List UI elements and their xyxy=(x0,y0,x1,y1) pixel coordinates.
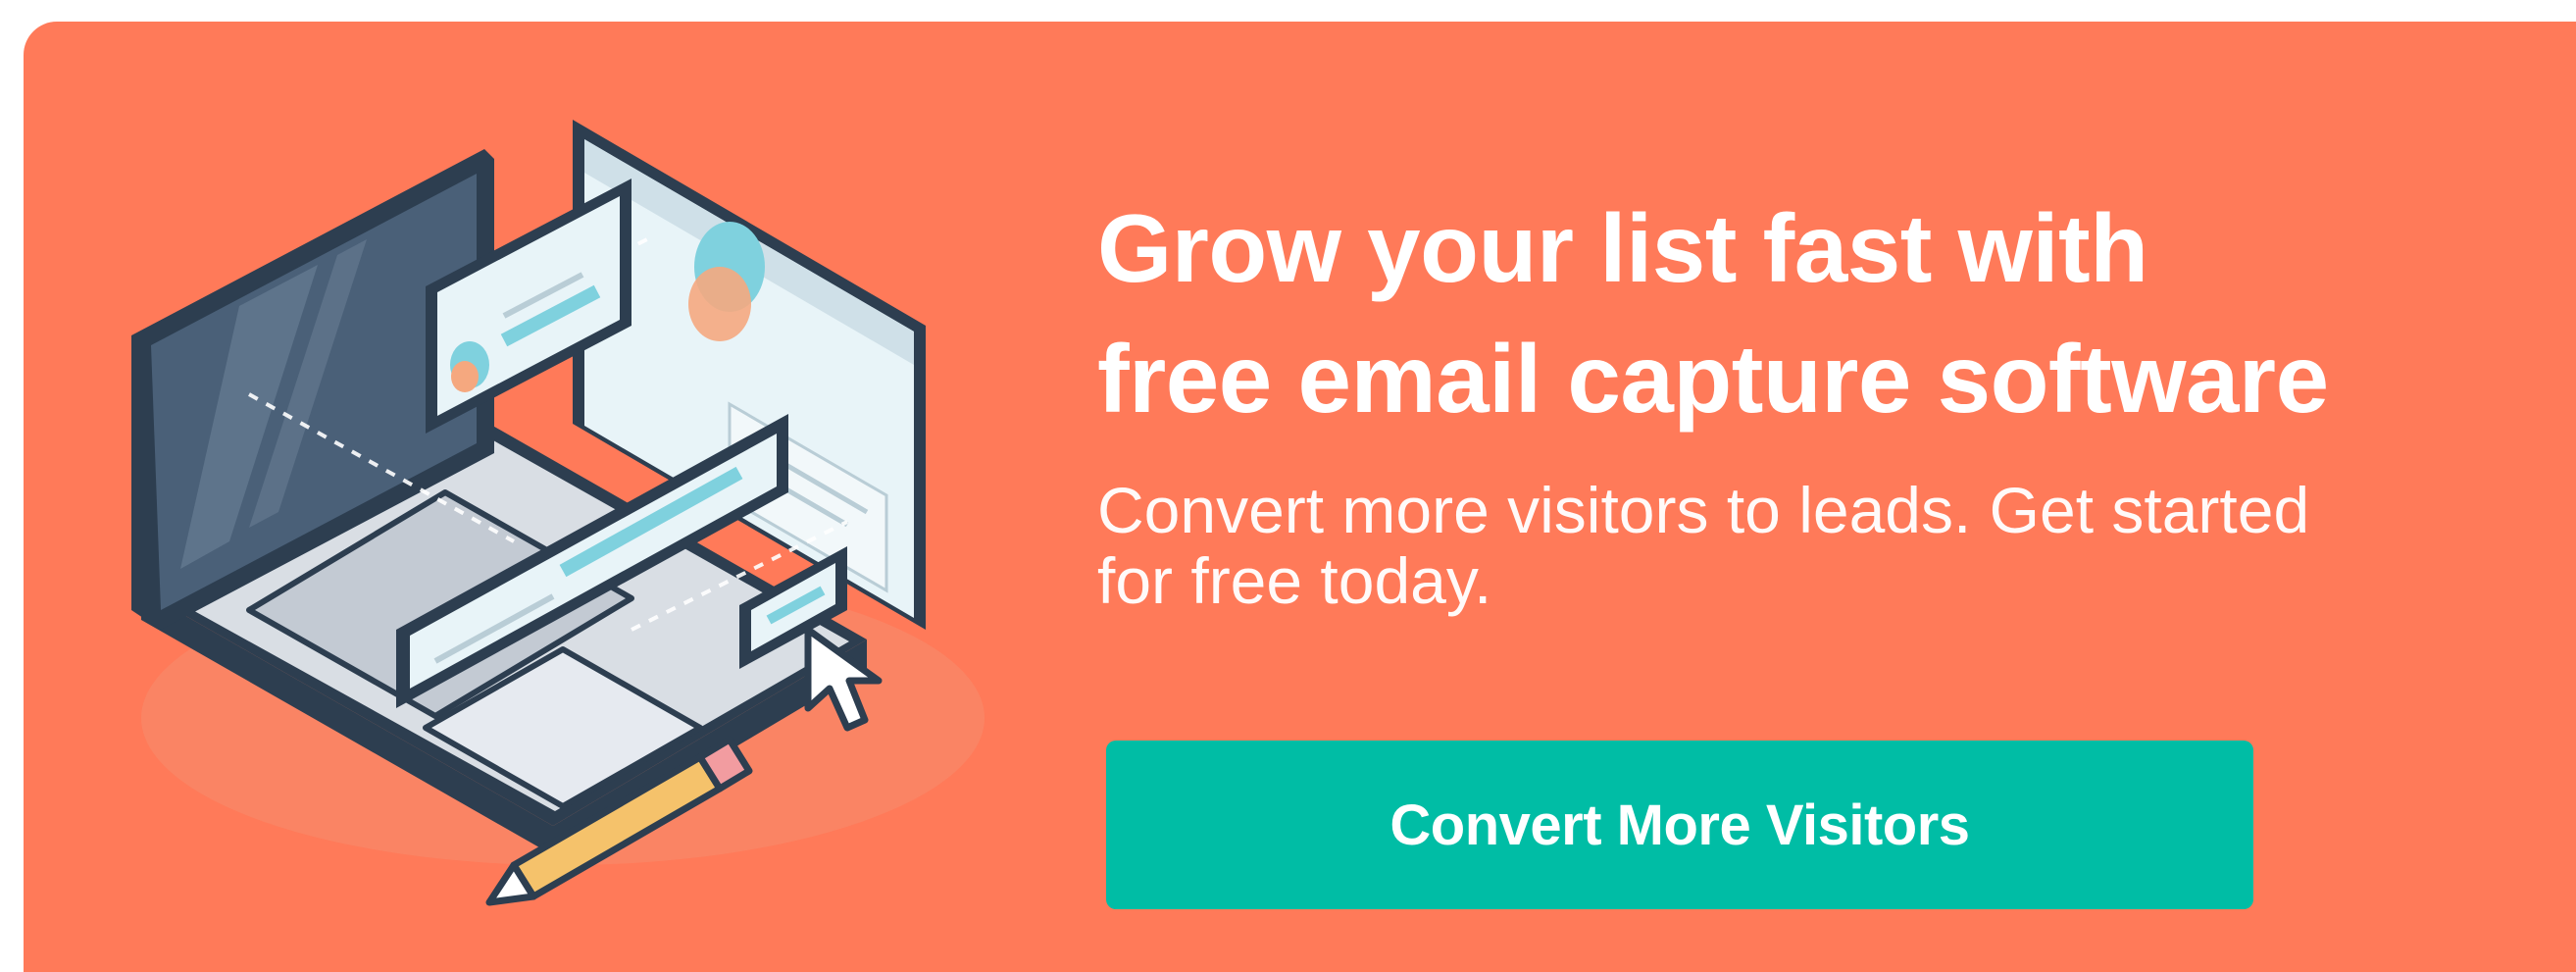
laptop-illustration xyxy=(102,80,1043,924)
cta-banner[interactable]: Grow your list fast with free email capt… xyxy=(24,22,2576,972)
subheadline: Convert more visitors to leads. Get star… xyxy=(1097,475,2519,616)
subheadline-line-2: for free today. xyxy=(1097,544,1492,617)
headline-line-2: free email capture software xyxy=(1097,325,2329,433)
headline-line-1: Grow your list fast with xyxy=(1097,194,2148,302)
headline: Grow your list fast with free email capt… xyxy=(1097,183,2519,444)
convert-more-visitors-button[interactable]: Convert More Visitors xyxy=(1106,741,2253,909)
subheadline-line-1: Convert more visitors to leads. Get star… xyxy=(1097,474,2310,546)
